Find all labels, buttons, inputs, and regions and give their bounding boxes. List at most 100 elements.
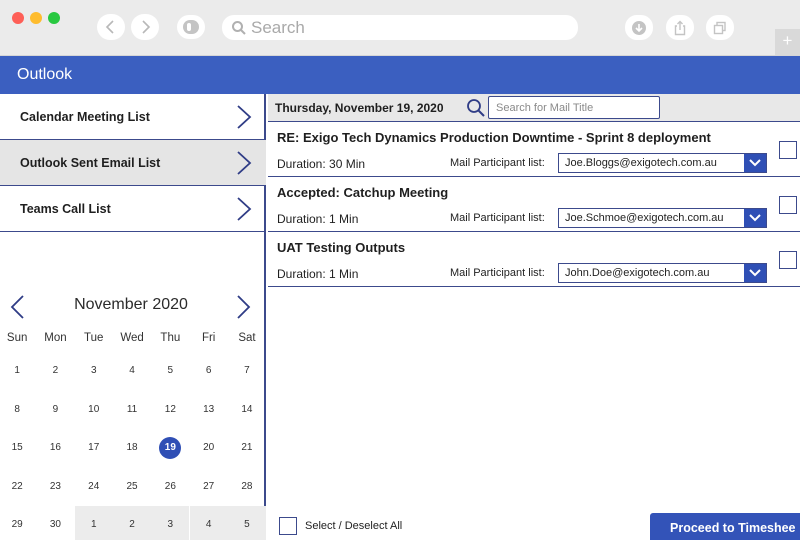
calendar-month-label: November 2020 bbox=[74, 296, 188, 313]
mail-duration: Duration: 30 Min bbox=[277, 157, 366, 171]
weekday-label: Sun bbox=[6, 332, 28, 344]
calendar-day[interactable]: 18 bbox=[113, 429, 151, 468]
browser-chrome: + bbox=[0, 0, 800, 56]
download-icon bbox=[632, 20, 646, 35]
search-icon[interactable] bbox=[465, 97, 487, 119]
chevron-right-icon bbox=[237, 150, 252, 175]
address-bar[interactable] bbox=[222, 15, 578, 40]
forward-button[interactable] bbox=[131, 14, 159, 40]
weekday-label: Sat bbox=[238, 332, 256, 344]
calendar-day[interactable]: 9 bbox=[36, 391, 74, 430]
menu-item-calendar-meeting-list[interactable]: Calendar Meeting List bbox=[0, 94, 266, 140]
calendar-header: November 2020 bbox=[0, 290, 266, 324]
reader-icon bbox=[183, 20, 199, 34]
chevron-right-icon bbox=[237, 104, 252, 129]
calendar-day[interactable]: 8 bbox=[0, 391, 36, 430]
chevron-down-icon bbox=[744, 209, 766, 227]
next-month-button[interactable] bbox=[236, 294, 252, 320]
calendar-day[interactable]: 7 bbox=[228, 352, 266, 391]
new-tab-button[interactable]: + bbox=[775, 29, 800, 55]
participant-dropdown[interactable]: Joe.Schmoe@exigotech.com.au bbox=[558, 208, 767, 228]
calendar-day-selected[interactable]: 19 bbox=[151, 429, 189, 468]
calendar-day[interactable]: 2 bbox=[36, 352, 74, 391]
participant-label: Mail Participant list: bbox=[450, 157, 545, 169]
back-icon bbox=[105, 20, 114, 34]
calendar-day[interactable]: 12 bbox=[151, 391, 189, 430]
calendar-day[interactable]: 5 bbox=[151, 352, 189, 391]
mail-list-item: RE: Exigo Tech Dynamics Production Downt… bbox=[268, 122, 800, 177]
mail-subject: UAT Testing Outputs bbox=[277, 240, 406, 255]
participant-dropdown[interactable]: Joe.Bloggs@exigotech.com.au bbox=[558, 153, 767, 173]
weekday-label: Mon bbox=[44, 332, 67, 344]
participant-label: Mail Participant list: bbox=[450, 212, 545, 224]
download-button[interactable] bbox=[625, 15, 653, 40]
maximize-window-button[interactable] bbox=[48, 12, 60, 24]
calendar-day[interactable]: 14 bbox=[228, 391, 266, 430]
mail-title-search-input[interactable] bbox=[488, 96, 660, 119]
mail-select-checkbox[interactable] bbox=[779, 196, 797, 214]
calendar-day-next-month[interactable]: 2 bbox=[112, 506, 152, 540]
reader-button[interactable] bbox=[177, 15, 205, 39]
app-title: Outlook bbox=[17, 66, 73, 83]
menu-item-label: Teams Call List bbox=[20, 201, 111, 216]
calendar-day-next-month[interactable]: 4 bbox=[189, 506, 228, 540]
minimize-window-button[interactable] bbox=[30, 12, 42, 24]
calendar-day[interactable]: 30 bbox=[36, 506, 74, 540]
weekday-label: Wed bbox=[120, 332, 144, 344]
calendar-day[interactable]: 29 bbox=[0, 506, 36, 540]
participant-dropdown[interactable]: John.Doe@exigotech.com.au bbox=[558, 263, 767, 283]
right-panel: Thursday, November 19, 2020 RE: Exigo Te… bbox=[268, 94, 800, 540]
mail-list-item: Accepted: Catchup Meeting Duration: 1 Mi… bbox=[268, 177, 800, 232]
address-input[interactable] bbox=[251, 17, 551, 38]
calendar-day[interactable]: 17 bbox=[75, 429, 113, 468]
menu-item-teams-call-list[interactable]: Teams Call List bbox=[0, 186, 266, 232]
calendar-day[interactable]: 21 bbox=[228, 429, 266, 468]
calendar-day[interactable]: 16 bbox=[36, 429, 74, 468]
calendar-day[interactable]: 13 bbox=[190, 391, 228, 430]
chevron-down-icon bbox=[744, 264, 766, 282]
calendar-day[interactable]: 26 bbox=[151, 468, 189, 507]
close-window-button[interactable] bbox=[12, 12, 24, 24]
menu-item-label: Calendar Meeting List bbox=[20, 109, 150, 124]
select-all-label: Select / Deselect All bbox=[305, 520, 403, 532]
participant-value: Joe.Schmoe@exigotech.com.au bbox=[565, 212, 724, 224]
calendar-day[interactable]: 22 bbox=[0, 468, 36, 507]
proceed-to-timesheet-button[interactable]: Proceed to Timeshee bbox=[650, 513, 800, 540]
app-header: Outlook bbox=[0, 56, 800, 94]
menu-item-outlook-sent-email-list[interactable]: Outlook Sent Email List bbox=[0, 140, 266, 186]
calendar-day[interactable]: 4 bbox=[113, 352, 151, 391]
weekday-label: Tue bbox=[84, 332, 104, 344]
calendar-day[interactable]: 27 bbox=[190, 468, 228, 507]
participant-label: Mail Participant list: bbox=[450, 267, 545, 279]
search-icon bbox=[232, 20, 246, 35]
weekday-label: Fri bbox=[201, 332, 216, 344]
select-all-checkbox[interactable] bbox=[279, 517, 297, 535]
calendar-day[interactable]: 23 bbox=[36, 468, 74, 507]
previous-month-button[interactable] bbox=[9, 294, 25, 320]
calendar-day-next-month[interactable]: 5 bbox=[227, 506, 267, 540]
mail-toolbar: Thursday, November 19, 2020 bbox=[268, 94, 800, 122]
calendar-day[interactable]: 11 bbox=[113, 391, 151, 430]
tabs-icon bbox=[713, 21, 726, 34]
calendar-day[interactable]: 3 bbox=[75, 352, 113, 391]
calendar-day[interactable]: 1 bbox=[0, 352, 36, 391]
back-button[interactable] bbox=[97, 14, 125, 40]
calendar-day[interactable]: 20 bbox=[190, 429, 228, 468]
forward-icon bbox=[142, 20, 151, 34]
calendar-day-next-month[interactable]: 1 bbox=[74, 506, 113, 540]
menu-item-label: Outlook Sent Email List bbox=[20, 155, 161, 170]
calendar-day[interactable]: 15 bbox=[0, 429, 36, 468]
select-all-control[interactable]: Select / Deselect All bbox=[279, 517, 402, 535]
mail-subject: RE: Exigo Tech Dynamics Production Downt… bbox=[277, 130, 711, 145]
calendar-day[interactable]: 10 bbox=[75, 391, 113, 430]
mail-select-checkbox[interactable] bbox=[779, 141, 797, 159]
calendar-day[interactable]: 6 bbox=[190, 352, 228, 391]
calendar-day[interactable]: 25 bbox=[113, 468, 151, 507]
mail-select-checkbox[interactable] bbox=[779, 251, 797, 269]
share-button[interactable] bbox=[666, 15, 694, 40]
weekday-label: Thu bbox=[160, 332, 181, 344]
calendar-day[interactable]: 24 bbox=[75, 468, 113, 507]
calendar-day-next-month[interactable]: 3 bbox=[151, 506, 190, 540]
calendar-day[interactable]: 28 bbox=[228, 468, 266, 507]
tabs-button[interactable] bbox=[706, 15, 734, 40]
